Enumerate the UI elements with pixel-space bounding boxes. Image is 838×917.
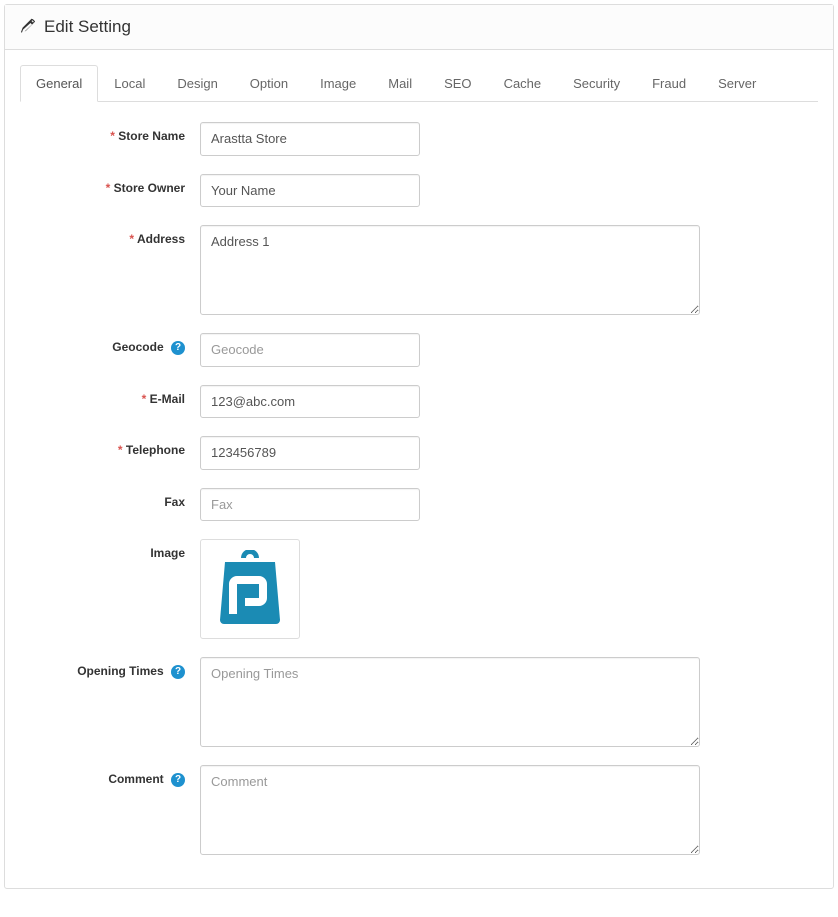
address-input[interactable]: Address 1 [200, 225, 700, 315]
opening-times-label: Opening Times ? [20, 657, 200, 679]
tab-security[interactable]: Security [557, 65, 636, 102]
help-icon[interactable]: ? [171, 665, 185, 679]
panel-body: General Local Design Option Image Mail S… [5, 50, 833, 888]
tab-content-general: Store Name Store Owner Address Address 1 [20, 102, 818, 855]
panel-title: Edit Setting [44, 17, 131, 37]
panel-header: Edit Setting [5, 5, 833, 50]
tab-server[interactable]: Server [702, 65, 772, 102]
email-input[interactable] [200, 385, 420, 419]
telephone-label: Telephone [20, 436, 200, 457]
telephone-input[interactable] [200, 436, 420, 470]
image-label: Image [20, 539, 200, 560]
store-logo-icon [205, 544, 295, 634]
fax-label: Fax [20, 488, 200, 509]
tab-general[interactable]: General [20, 65, 98, 102]
geocode-input[interactable] [200, 333, 420, 367]
store-name-input[interactable] [200, 122, 420, 156]
geocode-label: Geocode ? [20, 333, 200, 355]
opening-times-input[interactable] [200, 657, 700, 747]
tab-option[interactable]: Option [234, 65, 304, 102]
help-icon[interactable]: ? [171, 341, 185, 355]
tab-seo[interactable]: SEO [428, 65, 487, 102]
store-owner-input[interactable] [200, 174, 420, 208]
tab-fraud[interactable]: Fraud [636, 65, 702, 102]
tab-local[interactable]: Local [98, 65, 161, 102]
tab-cache[interactable]: Cache [488, 65, 558, 102]
pencil-icon [20, 18, 36, 37]
tab-design[interactable]: Design [161, 65, 233, 102]
settings-tabs: General Local Design Option Image Mail S… [20, 65, 818, 102]
help-icon[interactable]: ? [171, 773, 185, 787]
tab-mail[interactable]: Mail [372, 65, 428, 102]
comment-label: Comment ? [20, 765, 200, 787]
store-owner-label: Store Owner [20, 174, 200, 195]
fax-input[interactable] [200, 488, 420, 522]
comment-input[interactable] [200, 765, 700, 855]
email-label: E-Mail [20, 385, 200, 406]
image-thumbnail[interactable] [200, 539, 300, 639]
tab-image[interactable]: Image [304, 65, 372, 102]
address-label: Address [20, 225, 200, 246]
settings-panel: Edit Setting General Local Design Option… [4, 4, 834, 889]
store-name-label: Store Name [20, 122, 200, 143]
